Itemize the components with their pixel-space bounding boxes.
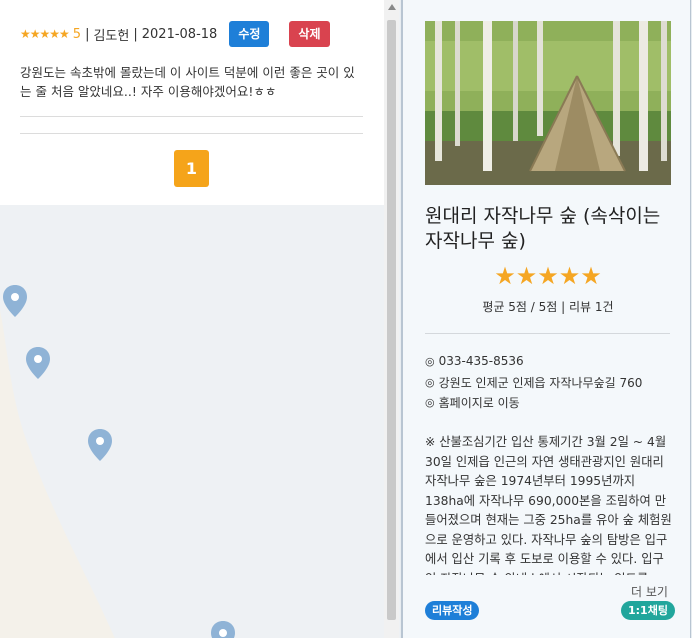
address: 강원도 인제군 인제읍 자작나무숲길 760 (438, 376, 643, 390)
map-coastline (0, 310, 115, 638)
target-icon: ◎ (425, 376, 435, 389)
write-review-button[interactable]: 리뷰작성 (425, 601, 480, 620)
review-stars: ★★★★★ (20, 27, 70, 41)
review-list-panel: ★★★★★ 5 | 김도헌 | 2021-08-18 수정 삭제 강원도는 속초… (0, 0, 384, 205)
divider (425, 333, 670, 334)
map-marker[interactable] (87, 428, 113, 462)
divider (20, 116, 363, 117)
more-button[interactable]: 더 보기 (631, 583, 668, 600)
phone-number: 033-435-8536 (438, 354, 524, 368)
divider (20, 133, 363, 134)
scroll-up-icon[interactable] (388, 4, 396, 10)
place-detail-panel: 원대리 자작나무 숲 (속삭이는 자작나무 숲) ★★★★★ 평균 5점 / 5… (401, 0, 691, 638)
place-rating-summary: 평균 5점 / 5점 | 리뷰 1건 (482, 300, 614, 314)
pagination-page-button[interactable]: 1 (174, 150, 209, 187)
review-score: 5 (72, 26, 82, 42)
homepage-link[interactable]: 홈페이지로 이동 (439, 394, 520, 411)
map-marker[interactable] (25, 346, 51, 380)
scrollbar-thumb[interactable] (387, 20, 396, 620)
map-marker[interactable] (2, 284, 28, 318)
place-rating-stars: ★★★★★ (494, 262, 602, 290)
place-title: 원대리 자작나무 숲 (속삭이는 자작나무 숲) (425, 205, 661, 252)
edit-review-button[interactable]: 수정 (229, 21, 270, 47)
phone-row: ◎ 033-435-8536 (425, 354, 524, 368)
review-text: 강원도는 속초밖에 몰랐는데 이 사이트 덕분에 이런 좋은 곳이 있는 줄 처… (20, 65, 355, 99)
review-header: ★★★★★ 5 | 김도헌 | 2021-08-18 수정 삭제 (20, 20, 330, 48)
map-marker[interactable] (210, 620, 236, 638)
place-photo (425, 21, 671, 185)
review-date: 2021-08-18 (141, 26, 218, 42)
scrollbar[interactable] (384, 0, 399, 638)
target-icon: ◎ (425, 396, 435, 409)
separator: | (85, 26, 90, 42)
chat-button[interactable]: 1:1채팅 (621, 601, 675, 620)
address-row: ◎ 강원도 인제군 인제읍 자작나무숲길 760 (425, 374, 642, 391)
place-description: ※ 산불조심기간 입산 통제기간 3월 2일 ~ 4월 30일 인제읍 인근의 … (425, 435, 672, 575)
review-author: 김도헌 (93, 28, 130, 44)
target-icon: ◎ (425, 354, 435, 368)
delete-review-button[interactable]: 삭제 (289, 21, 330, 47)
separator: | (133, 26, 138, 42)
homepage-row[interactable]: ◎ 홈페이지로 이동 (425, 394, 520, 411)
